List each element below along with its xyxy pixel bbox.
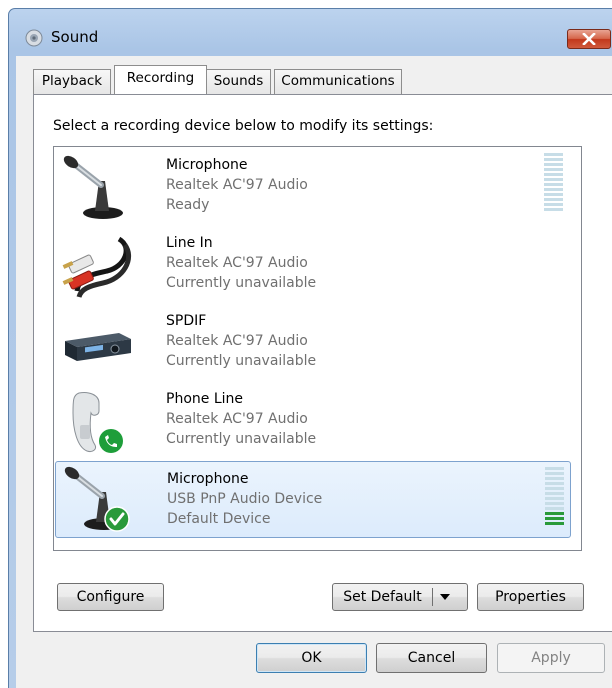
device-name: Microphone [166,157,248,173]
device-status: Currently unavailable [166,431,317,447]
tab-communications[interactable]: Communications [274,69,402,94]
device-status: Currently unavailable [166,353,317,369]
device-driver: USB PnP Audio Device [167,491,323,507]
green-checkmark-icon [104,506,130,532]
properties-button[interactable]: Properties [477,583,584,611]
tab-sounds[interactable]: Sounds [206,69,271,94]
device-name: SPDIF [166,313,207,329]
device-status: Ready [166,197,210,213]
device-name: Line In [166,235,213,251]
title-bar[interactable]: Sound [9,9,612,57]
list-item-microphone-realtek[interactable]: Microphone Realtek AC'97 Audio Ready [55,149,571,226]
level-meter [545,467,564,528]
speaker-icon [25,29,43,47]
instruction-text: Select a recording device below to modif… [53,118,434,134]
window-title: Sound [51,28,99,46]
device-status: Currently unavailable [166,275,317,291]
device-status: Default Device [167,511,271,527]
device-driver: Realtek AC'97 Audio [166,177,308,193]
set-default-split-button[interactable]: Set Default [332,583,468,611]
list-item-phone-line[interactable]: Phone Line Realtek AC'97 Audio Currently… [55,383,571,460]
phone-handset-icon [72,392,123,453]
line-in-cable-icon [62,236,132,298]
tab-playback[interactable]: Playback [33,69,111,94]
device-name: Phone Line [166,391,243,407]
list-item-microphone-usb[interactable]: Microphone USB PnP Audio Device Default … [55,461,571,538]
close-icon [582,33,596,45]
close-button[interactable] [567,29,611,49]
cancel-button[interactable]: Cancel [376,643,487,673]
list-item-spdif[interactable]: SPDIF Realtek AC'97 Audio Currently unav… [55,305,571,382]
apply-button[interactable]: Apply [497,643,605,673]
device-name: Microphone [167,471,249,487]
list-item-line-in[interactable]: Line In Realtek AC'97 Audio Currently un… [55,227,571,304]
spdif-device-icon [65,333,131,361]
level-meter [544,153,563,214]
device-driver: Realtek AC'97 Audio [166,333,308,349]
device-driver: Realtek AC'97 Audio [166,255,308,271]
tab-recording[interactable]: Recording [114,65,207,94]
recording-device-list[interactable]: Microphone Realtek AC'97 Audio Ready Lin… [53,146,582,551]
set-default-label[interactable]: Set Default [333,584,432,610]
configure-button[interactable]: Configure [57,583,164,611]
microphone-icon [63,155,123,219]
device-driver: Realtek AC'97 Audio [166,411,308,427]
ok-button[interactable]: OK [256,643,367,673]
chevron-down-icon[interactable] [438,584,452,610]
